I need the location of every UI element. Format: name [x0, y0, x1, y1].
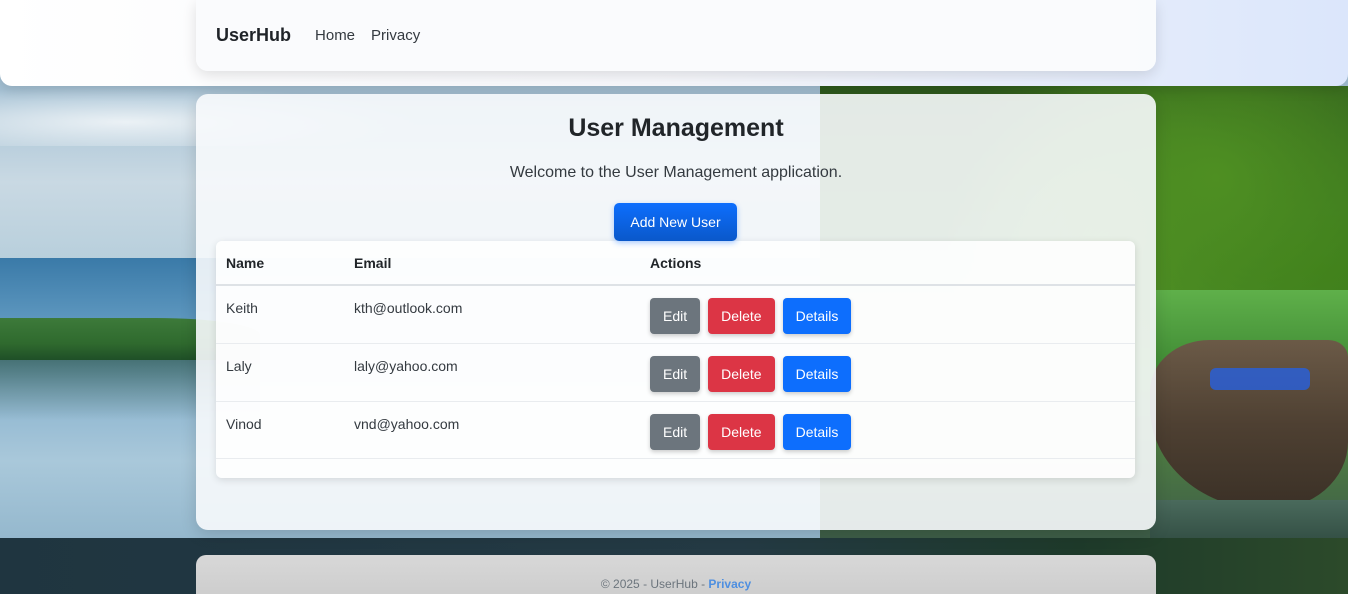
- user-email-cell: kth@outlook.com: [344, 285, 640, 344]
- users-table: Name Email Actions Keith kth@outlook.com…: [216, 241, 1135, 478]
- user-name-cell: Keith: [216, 285, 344, 344]
- welcome-text: Welcome to the User Management applicati…: [509, 164, 843, 181]
- user-name-cell: Vinod: [216, 401, 344, 459]
- user-email-cell: vnd@yahoo.com: [344, 401, 640, 459]
- table-header-row: Name Email Actions: [216, 241, 1135, 286]
- nav-link-privacy[interactable]: Privacy: [371, 27, 420, 44]
- edit-button[interactable]: Edit: [650, 413, 701, 450]
- main-card: User Management Welcome to the User Mana…: [196, 94, 1156, 530]
- footer: © 2025 - UserHub - Privacy: [196, 555, 1156, 594]
- table-row: Keith kth@outlook.com Edit Delete Details: [216, 285, 1135, 344]
- user-name-cell: Laly: [216, 343, 344, 402]
- details-button[interactable]: Details: [782, 298, 852, 334]
- add-new-user-button[interactable]: Add New User: [614, 203, 737, 241]
- page-title: User Management: [568, 114, 784, 142]
- footer-privacy-link[interactable]: Privacy: [708, 577, 751, 591]
- edit-button[interactable]: Edit: [650, 355, 701, 392]
- footer-copyright: © 2025 - UserHub -: [600, 577, 709, 591]
- table-row: Vinod vnd@yahoo.com Edit Delete Details: [216, 401, 1135, 459]
- nav-link-home[interactable]: Home: [315, 27, 355, 44]
- user-email-cell: laly@yahoo.com: [344, 343, 640, 402]
- brand-logo[interactable]: UserHub: [216, 25, 291, 46]
- navbar: UserHub Home Privacy: [196, 0, 1156, 71]
- delete-button[interactable]: Delete: [708, 413, 775, 450]
- actions-cell: Edit Delete Details: [640, 285, 1135, 344]
- details-button[interactable]: Details: [782, 355, 852, 392]
- actions-cell: Edit Delete Details: [640, 343, 1135, 402]
- delete-button[interactable]: Delete: [708, 355, 775, 392]
- actions-cell: Edit Delete Details: [640, 401, 1135, 459]
- column-header-email: Email: [344, 241, 640, 286]
- background-boat-tarp: [1210, 368, 1310, 390]
- details-button[interactable]: Details: [782, 413, 852, 450]
- delete-button[interactable]: Delete: [708, 298, 775, 334]
- edit-button[interactable]: Edit: [650, 298, 701, 334]
- table-row: Laly laly@yahoo.com Edit Delete Details: [216, 343, 1135, 402]
- column-header-actions: Actions: [640, 241, 1135, 286]
- column-header-name: Name: [216, 241, 344, 286]
